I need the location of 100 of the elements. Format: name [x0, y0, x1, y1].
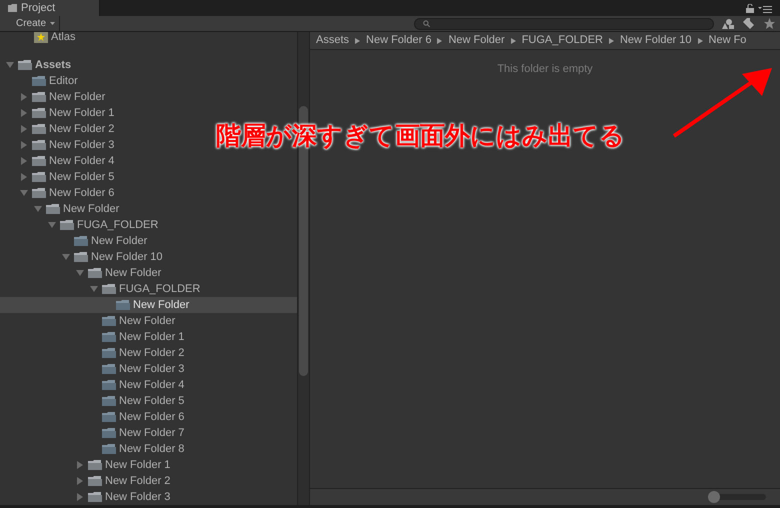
- tree-item[interactable]: New Folder 7: [0, 425, 188, 441]
- folder-icon: [102, 395, 116, 407]
- folder-label: New Folder: [49, 90, 106, 105]
- folder-label: New Folder 1: [49, 106, 114, 121]
- folder-icon: [32, 171, 46, 183]
- expanded-arrow-icon[interactable]: [6, 61, 14, 69]
- tree-item[interactable]: New Folder: [0, 233, 152, 249]
- folder-label: New Folder 1: [105, 458, 170, 473]
- folder-label: New Folder 4: [49, 154, 114, 169]
- breadcrumb-item[interactable]: New Folder 6: [366, 32, 432, 49]
- tree-item[interactable]: New Folder 4: [0, 377, 188, 393]
- folder-label: New Folder: [133, 298, 190, 313]
- folder-label: New Folder: [119, 314, 176, 329]
- tree-item[interactable]: New Folder 6: [0, 185, 118, 201]
- star-folder-icon: [34, 32, 48, 43]
- tree-item[interactable]: New Folder 1: [0, 105, 118, 121]
- folder-label: New Folder 4: [119, 378, 184, 393]
- tree-item[interactable]: New Folder 2: [0, 121, 118, 137]
- annotation-text: 階層が深すぎて画面外にはみ出てる: [216, 121, 625, 152]
- folder-icon: [32, 155, 46, 167]
- folder-icon: [102, 283, 116, 295]
- breadcrumb-arrow-icon: [698, 38, 703, 44]
- breadcrumb-item[interactable]: FUGA_FOLDER: [522, 32, 603, 49]
- folder-label: New Folder 3: [105, 490, 170, 505]
- breadcrumb-arrow-icon: [355, 38, 360, 44]
- folder-icon: [74, 251, 88, 263]
- tree-item[interactable]: New Folder 2: [0, 345, 188, 361]
- search-field[interactable]: [414, 18, 714, 30]
- folder-label: New Folder 8: [119, 442, 184, 457]
- tree-item[interactable]: New Folder: [0, 313, 180, 329]
- folder-label: New Folder 2: [105, 474, 170, 489]
- tab-title: Project: [21, 0, 56, 16]
- folder-icon: [60, 219, 74, 231]
- tree-item[interactable]: New Folder 3: [0, 137, 118, 153]
- folder-label: New Folder: [63, 202, 120, 217]
- folder-icon: [88, 459, 102, 471]
- folder-icon: [32, 107, 46, 119]
- folder-label: New Folder 3: [119, 362, 184, 377]
- tree-item[interactable]: New Folder 10: [0, 249, 167, 265]
- caret-icon: [50, 22, 56, 25]
- folder-icon: [102, 363, 116, 375]
- tree-item[interactable]: FUGA_FOLDER: [0, 217, 162, 233]
- folder-icon: [88, 267, 102, 279]
- folder-icon: [74, 235, 88, 247]
- folder-label: Atlas: [51, 32, 76, 45]
- tree-item[interactable]: New Folder: [0, 297, 297, 313]
- tree-item[interactable]: New Folder 1: [0, 457, 174, 473]
- breadcrumb-item[interactable]: New Folder 10: [620, 32, 692, 49]
- tag-icon[interactable]: [743, 18, 754, 29]
- tree-item[interactable]: New Folder: [0, 201, 124, 217]
- folder-label: New Folder 6: [49, 186, 114, 201]
- folder-label: New Folder 10: [91, 250, 163, 265]
- tree-item[interactable]: New Folder 8: [0, 441, 188, 457]
- folder-label: New Folder 1: [119, 330, 184, 345]
- breadcrumb-item[interactable]: Assets: [316, 32, 350, 49]
- folder-icon: [32, 91, 46, 103]
- folder-icon: [102, 347, 116, 359]
- tree-item[interactable]: Editor: [0, 73, 82, 89]
- tree-item[interactable]: New Folder 3: [0, 361, 188, 377]
- folder-icon: [8, 4, 17, 12]
- folder-icon: [116, 299, 130, 311]
- breadcrumb-item[interactable]: New Fo: [708, 32, 746, 49]
- tree-item[interactable]: FUGA_FOLDER: [0, 281, 204, 297]
- folder-label: New Folder 5: [49, 170, 114, 185]
- tree-item[interactable]: New Folder 5: [0, 393, 188, 409]
- breadcrumb-arrow-icon: [510, 38, 516, 44]
- star-icon[interactable]: [764, 18, 775, 29]
- tree-item[interactable]: New Folder: [0, 265, 166, 281]
- folder-icon: [102, 331, 116, 343]
- tree-item[interactable]: New Folder: [0, 89, 110, 105]
- folder-label: FUGA_FOLDER: [119, 282, 200, 297]
- folder-icon: [32, 123, 46, 135]
- folder-label: Assets: [35, 58, 72, 73]
- project-tab[interactable]: Project: [0, 0, 100, 16]
- folder-icon: [46, 203, 60, 215]
- folder-icon: [32, 187, 46, 199]
- search-icon: [423, 20, 430, 27]
- tree-item[interactable]: New Folder 1: [0, 329, 188, 345]
- folder-label: New Folder 7: [119, 426, 184, 441]
- breadcrumb-item[interactable]: New Folder: [448, 32, 505, 49]
- tree-item[interactable]: Assets: [0, 57, 76, 73]
- tree-item[interactable]: New Folder 4: [0, 153, 118, 169]
- folder-icon: [102, 411, 116, 423]
- tree-item[interactable]: New Folder 6: [0, 409, 188, 425]
- folder-label: FUGA_FOLDER: [77, 218, 158, 233]
- tree-item[interactable]: New Folder 5: [0, 169, 118, 185]
- breadcrumb-arrow-icon: [608, 38, 614, 44]
- menu-icon[interactable]: [758, 5, 772, 13]
- lock-icon[interactable]: [746, 4, 754, 13]
- tree-item[interactable]: New Folder 3: [0, 489, 174, 505]
- tree-item[interactable]: Atlas: [0, 32, 297, 45]
- folder-icon: [88, 475, 102, 487]
- folder-icon: [102, 427, 116, 439]
- folder-icon: [88, 491, 102, 503]
- tree-item[interactable]: New Folder 2: [0, 473, 174, 489]
- folder-label: New Folder 2: [49, 122, 114, 137]
- folder-label: New Folder 6: [119, 410, 184, 425]
- folder-icon: [32, 139, 46, 151]
- folder-icon: [102, 443, 116, 455]
- zoom-slider[interactable]: [708, 491, 766, 503]
